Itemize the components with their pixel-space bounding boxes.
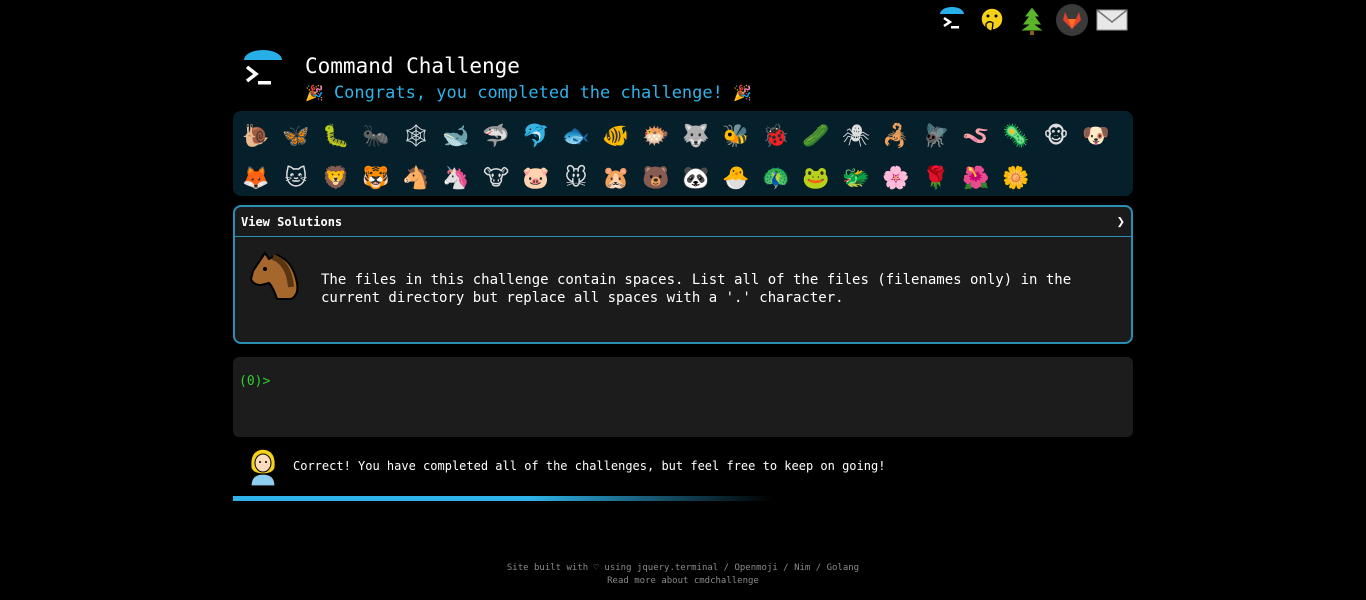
- view-solutions-label: View Solutions: [241, 214, 343, 229]
- fly-icon[interactable]: 🪰: [916, 115, 956, 157]
- result-text: Correct! You have completed all of the c…: [293, 459, 886, 473]
- party-popper-icon: 🎉: [733, 84, 752, 102]
- dolphin-icon[interactable]: 🐬: [516, 115, 556, 157]
- terminal-icon[interactable]: [935, 3, 969, 37]
- blossom-icon[interactable]: 🌸: [876, 157, 916, 199]
- spider-web-icon[interactable]: 🕸: [396, 115, 436, 157]
- blowfish-icon[interactable]: 🐡: [636, 115, 676, 157]
- prompt-text: (0)>: [239, 374, 271, 389]
- hamster-icon[interactable]: 🐹: [596, 157, 636, 199]
- frog-icon[interactable]: 🐸: [796, 157, 836, 199]
- challenge-list: 🐌 🦋 🐛 🐜 🕸 🐋 🦈 🐬 🐟 🐠 🐡 🐺 🐝 🐞 🥒 🕷 🦂 🪰 🪱 🦠 🐵 🐶 🦊 🐱 🦁 🐯 🐴 🦄 🐮 🐷 🐭 🐹 🐻 🐼 🐣 🦚 🐸 🐲 🌸 🌹…: [236, 115, 1116, 199]
- tree-icon[interactable]: [1015, 3, 1049, 37]
- dragon-icon[interactable]: 🐲: [836, 157, 876, 199]
- fish-icon[interactable]: 🐟: [556, 115, 596, 157]
- footer-credits: Site built with ♡ using jquery.terminal …: [506, 563, 860, 573]
- completion-text: Congrats, you completed the challenge!: [333, 83, 723, 103]
- fox-icon[interactable]: 🦊: [236, 157, 276, 199]
- hatching-chick-icon[interactable]: 🐣: [716, 157, 756, 199]
- mail-icon[interactable]: [1095, 3, 1129, 37]
- cucumber-icon[interactable]: 🥒: [796, 115, 836, 157]
- pig-icon[interactable]: 🐷: [516, 157, 556, 199]
- spider-icon[interactable]: 🕷: [836, 115, 876, 157]
- microbe-icon[interactable]: 🦠: [996, 115, 1036, 157]
- monkey-icon[interactable]: 🐵: [1036, 115, 1076, 157]
- result-message: Correct! You have completed all of the c…: [245, 446, 886, 487]
- hibiscus-icon[interactable]: 🌺: [956, 157, 996, 199]
- page-header: Command Challenge 🎉 Congrats, you comple…: [238, 48, 1132, 108]
- terminal[interactable]: (0)>: [233, 357, 1133, 437]
- gitlab-icon[interactable]: [1055, 3, 1089, 37]
- butterfly-icon[interactable]: 🦋: [276, 115, 316, 157]
- footer-read-more-link[interactable]: Read more about cmdchallenge: [0, 575, 1366, 588]
- challenge-panel: View Solutions ❯ The files in this chall…: [233, 205, 1133, 344]
- challenge-description: The files in this challenge contain spac…: [321, 272, 1072, 306]
- unicorn-icon[interactable]: 🦄: [436, 157, 476, 199]
- top-nav: [935, 3, 1129, 37]
- terminal-logo-icon[interactable]: [240, 48, 286, 94]
- lion-icon[interactable]: 🦁: [316, 157, 356, 199]
- cow-icon[interactable]: 🐮: [476, 157, 516, 199]
- terminal-prompt[interactable]: (0)>: [239, 374, 280, 389]
- peacock-icon[interactable]: 🦚: [756, 157, 796, 199]
- panda-icon[interactable]: 🐼: [676, 157, 716, 199]
- progress-bar: [233, 496, 773, 501]
- challenge-grid: 🐌 🦋 🐛 🐜 🕸 🐋 🦈 🐬 🐟 🐠 🐡 🐺 🐝 🐞 🥒 🕷 🦂 🪰 🪱 🦠 🐵 🐶 🦊 🐱 🦁 🐯 🐴 🦄 🐮 🐷 🐭 🐹 🐻 🐼 🐣 🦚 🐸 🐲 🌸 🌹…: [233, 111, 1133, 196]
- wolf-icon[interactable]: 🐺: [676, 115, 716, 157]
- bee-icon[interactable]: 🐝: [716, 115, 756, 157]
- tiger-icon[interactable]: 🐯: [356, 157, 396, 199]
- horse-icon: [243, 247, 303, 303]
- rose-icon[interactable]: 🌹: [916, 157, 956, 199]
- mouse-icon[interactable]: 🐭: [556, 157, 596, 199]
- completion-message: 🎉 Congrats, you completed the challenge!…: [305, 83, 752, 103]
- ant-icon[interactable]: 🐜: [356, 115, 396, 157]
- tropical-fish-icon[interactable]: 🐠: [596, 115, 636, 157]
- party-popper-icon: 🎉: [305, 84, 324, 102]
- bear-icon[interactable]: 🐻: [636, 157, 676, 199]
- cat-icon[interactable]: 🐱: [276, 157, 316, 199]
- caterpillar-icon[interactable]: 🐛: [316, 115, 356, 157]
- chevron-right-icon: ❯: [1116, 213, 1125, 230]
- worm-icon[interactable]: 🪱: [956, 115, 996, 157]
- woman-avatar-icon: [245, 446, 281, 487]
- ladybug-icon[interactable]: 🐞: [756, 115, 796, 157]
- horse-icon[interactable]: 🐴: [396, 157, 436, 199]
- shark-icon[interactable]: 🦈: [476, 115, 516, 157]
- sunflower-icon[interactable]: 🌼: [996, 157, 1036, 199]
- scorpion-icon[interactable]: 🦂: [876, 115, 916, 157]
- view-solutions-toggle[interactable]: View Solutions ❯: [235, 207, 1131, 237]
- page-title: Command Challenge: [305, 54, 520, 78]
- whale-icon[interactable]: 🐋: [436, 115, 476, 157]
- dog-icon[interactable]: 🐶: [1076, 115, 1116, 157]
- snail-icon[interactable]: 🐌: [236, 115, 276, 157]
- face-hand-over-mouth-icon[interactable]: [975, 3, 1009, 37]
- footer: Site built with ♡ using jquery.terminal …: [0, 562, 1366, 588]
- terminal-cursor: [272, 375, 280, 389]
